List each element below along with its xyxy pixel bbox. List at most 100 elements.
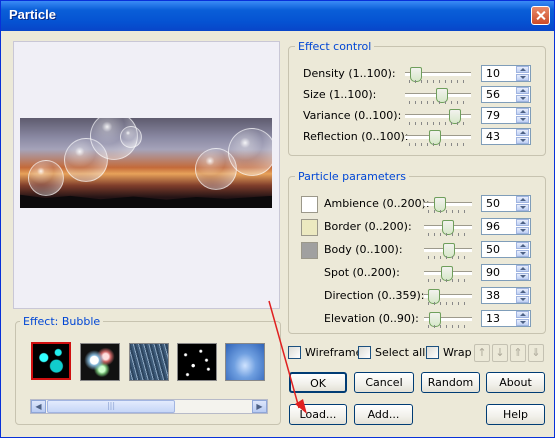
move-up-icon[interactable]: ↑ xyxy=(474,344,490,362)
spin-down-icon[interactable] xyxy=(516,137,529,144)
sky-effect-thumbnail[interactable] xyxy=(225,343,265,381)
spot-value[interactable]: 90 xyxy=(486,266,500,279)
variance-spinbox[interactable]: 79 xyxy=(481,107,531,124)
size-slider-ticks xyxy=(409,101,467,104)
direction-spinbox[interactable]: 38 xyxy=(481,287,531,304)
border-color-swatch[interactable] xyxy=(301,219,318,236)
border-label: Border (0..200): xyxy=(324,220,412,233)
scroll-thumb[interactable]: ||| xyxy=(47,400,175,413)
density-slider-ticks xyxy=(409,80,467,83)
spin-up-icon[interactable] xyxy=(516,87,529,94)
rain-effect-thumbnail[interactable] xyxy=(129,343,169,381)
snow-effect-thumbnail[interactable] xyxy=(177,343,217,381)
border-slider-ticks xyxy=(428,233,468,236)
body-color-swatch[interactable] xyxy=(301,242,318,259)
elevation-value[interactable]: 13 xyxy=(486,312,500,325)
spin-up-icon[interactable] xyxy=(516,108,529,115)
spin-up-icon[interactable] xyxy=(516,311,529,318)
spin-up-icon[interactable] xyxy=(516,219,529,226)
variance-slider[interactable] xyxy=(405,109,471,124)
density-spinbox[interactable]: 10 xyxy=(481,65,531,82)
bubble-preview-image xyxy=(20,118,272,208)
help-button[interactable]: Help xyxy=(486,404,545,425)
border-slider[interactable] xyxy=(424,220,472,235)
bubble xyxy=(228,128,272,176)
size-slider[interactable] xyxy=(405,88,471,103)
ambience-value[interactable]: 50 xyxy=(486,197,500,210)
spin-down-icon[interactable] xyxy=(516,204,529,211)
bubble-effect-thumbnail[interactable] xyxy=(31,342,71,380)
ambience-label: Ambience (0..200): xyxy=(324,197,430,210)
spin-up-icon[interactable] xyxy=(516,66,529,73)
title-bar[interactable]: Particle xyxy=(1,1,554,31)
spin-down-icon[interactable] xyxy=(516,319,529,326)
direction-value[interactable]: 38 xyxy=(486,289,500,302)
about-button[interactable]: About xyxy=(486,372,545,393)
close-icon[interactable] xyxy=(531,6,550,25)
effects-scrollbar[interactable]: ◀ ||| ▶ xyxy=(30,399,268,414)
direction-label: Direction (0..359): xyxy=(324,289,425,302)
reflection-slider[interactable] xyxy=(405,130,471,145)
body-slider[interactable] xyxy=(424,243,472,258)
spin-down-icon[interactable] xyxy=(516,116,529,123)
spin-down-icon[interactable] xyxy=(516,95,529,102)
move-bottom-icon[interactable]: ⇓ xyxy=(528,344,544,362)
particle-parameters-heading: Particle parameters xyxy=(295,170,409,183)
elevation-slider-ticks xyxy=(428,325,468,328)
size-value[interactable]: 56 xyxy=(486,88,500,101)
spin-down-icon[interactable] xyxy=(516,74,529,81)
variance-slider-ticks xyxy=(409,122,467,125)
spin-down-icon[interactable] xyxy=(516,250,529,257)
elevation-label: Elevation (0..90): xyxy=(324,312,419,325)
wrap-label: Wrap xyxy=(443,346,472,359)
elevation-spinbox[interactable]: 13 xyxy=(481,310,531,327)
ambience-slider[interactable] xyxy=(424,197,472,212)
reflection-value[interactable]: 43 xyxy=(486,130,500,143)
particle-dialog: Particle Effect control Density (1..100)… xyxy=(0,0,555,438)
spot-slider[interactable] xyxy=(424,266,472,281)
border-value[interactable]: 96 xyxy=(486,220,500,233)
wrap-checkbox[interactable] xyxy=(426,346,439,359)
spot-spinbox[interactable]: 90 xyxy=(481,264,531,281)
spin-up-icon[interactable] xyxy=(516,196,529,203)
cancel-button[interactable]: Cancel xyxy=(354,372,414,393)
spin-down-icon[interactable] xyxy=(516,296,529,303)
select-all-label: Select all xyxy=(375,346,426,359)
density-label: Density (1..100): xyxy=(303,67,396,80)
spin-up-icon[interactable] xyxy=(516,242,529,249)
ambience-color-swatch[interactable] xyxy=(301,196,318,213)
add-button[interactable]: Add... xyxy=(354,404,413,425)
bubble xyxy=(120,126,142,148)
reflection-slider-ticks xyxy=(409,143,467,146)
density-slider[interactable] xyxy=(405,67,471,82)
variance-label: Variance (0..100): xyxy=(303,109,402,122)
density-value[interactable]: 10 xyxy=(486,67,500,80)
move-down-icon[interactable]: ↓ xyxy=(492,344,508,362)
spin-down-icon[interactable] xyxy=(516,227,529,234)
body-value[interactable]: 50 xyxy=(486,243,500,256)
spin-up-icon[interactable] xyxy=(516,265,529,272)
select-all-checkbox[interactable] xyxy=(358,346,371,359)
body-spinbox[interactable]: 50 xyxy=(481,241,531,258)
spin-down-icon[interactable] xyxy=(516,273,529,280)
border-spinbox[interactable]: 96 xyxy=(481,218,531,235)
body-slider-ticks xyxy=(428,256,468,259)
size-label: Size (1..100): xyxy=(303,88,377,101)
window-title: Particle xyxy=(9,7,56,22)
bubble xyxy=(28,160,64,196)
elevation-slider[interactable] xyxy=(424,312,472,327)
random-button[interactable]: Random xyxy=(421,372,480,393)
spin-up-icon[interactable] xyxy=(516,129,529,136)
size-spinbox[interactable]: 56 xyxy=(481,86,531,103)
annotation-arrow-icon xyxy=(268,300,307,414)
orbs-effect-thumbnail[interactable] xyxy=(80,343,120,381)
variance-value[interactable]: 79 xyxy=(486,109,500,122)
direction-slider[interactable] xyxy=(424,289,472,304)
ambience-spinbox[interactable]: 50 xyxy=(481,195,531,212)
scroll-left-icon[interactable]: ◀ xyxy=(31,400,46,413)
reflection-spinbox[interactable]: 43 xyxy=(481,128,531,145)
move-top-icon[interactable]: ⇑ xyxy=(510,344,526,362)
spot-label: Spot (0..200): xyxy=(324,266,400,279)
effect-label: Effect: Bubble xyxy=(20,315,104,328)
spin-up-icon[interactable] xyxy=(516,288,529,295)
